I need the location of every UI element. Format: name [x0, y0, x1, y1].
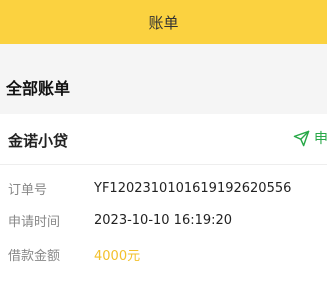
bill-card[interactable]: 金诺小贷 申 订单号 YF1202310101619192620556 申请时间…	[0, 114, 327, 300]
product-name: 金诺小贷	[8, 132, 69, 150]
page-title: 账单	[148, 13, 179, 32]
loan-amount-row: 借款金额 4000元	[8, 244, 140, 264]
apply-time-row: 申请时间 2023-10-10 16:19:20	[8, 210, 232, 230]
order-number-label: 订单号	[8, 182, 48, 198]
bill-status: 申	[293, 128, 327, 148]
bill-card-header: 金诺小贷 申	[0, 114, 327, 165]
section-title: 全部账单	[6, 79, 71, 98]
bill-page: 账单 全部账单 金诺小贷 申 订单号 YF1202310101619192620…	[0, 0, 327, 300]
send-icon	[293, 130, 310, 147]
apply-time-value: 2023-10-10 16:19:20	[94, 212, 233, 228]
apply-time-label: 申请时间	[8, 214, 61, 230]
status-text: 申	[314, 131, 327, 147]
loan-amount-value: 4000元	[94, 248, 141, 264]
loan-amount-label: 借款金额	[8, 248, 61, 264]
order-number-row: 订单号 YF1202310101619192620556	[8, 178, 291, 198]
header-bar: 账单	[0, 0, 327, 44]
order-number-value: YF1202310101619192620556	[94, 180, 292, 196]
